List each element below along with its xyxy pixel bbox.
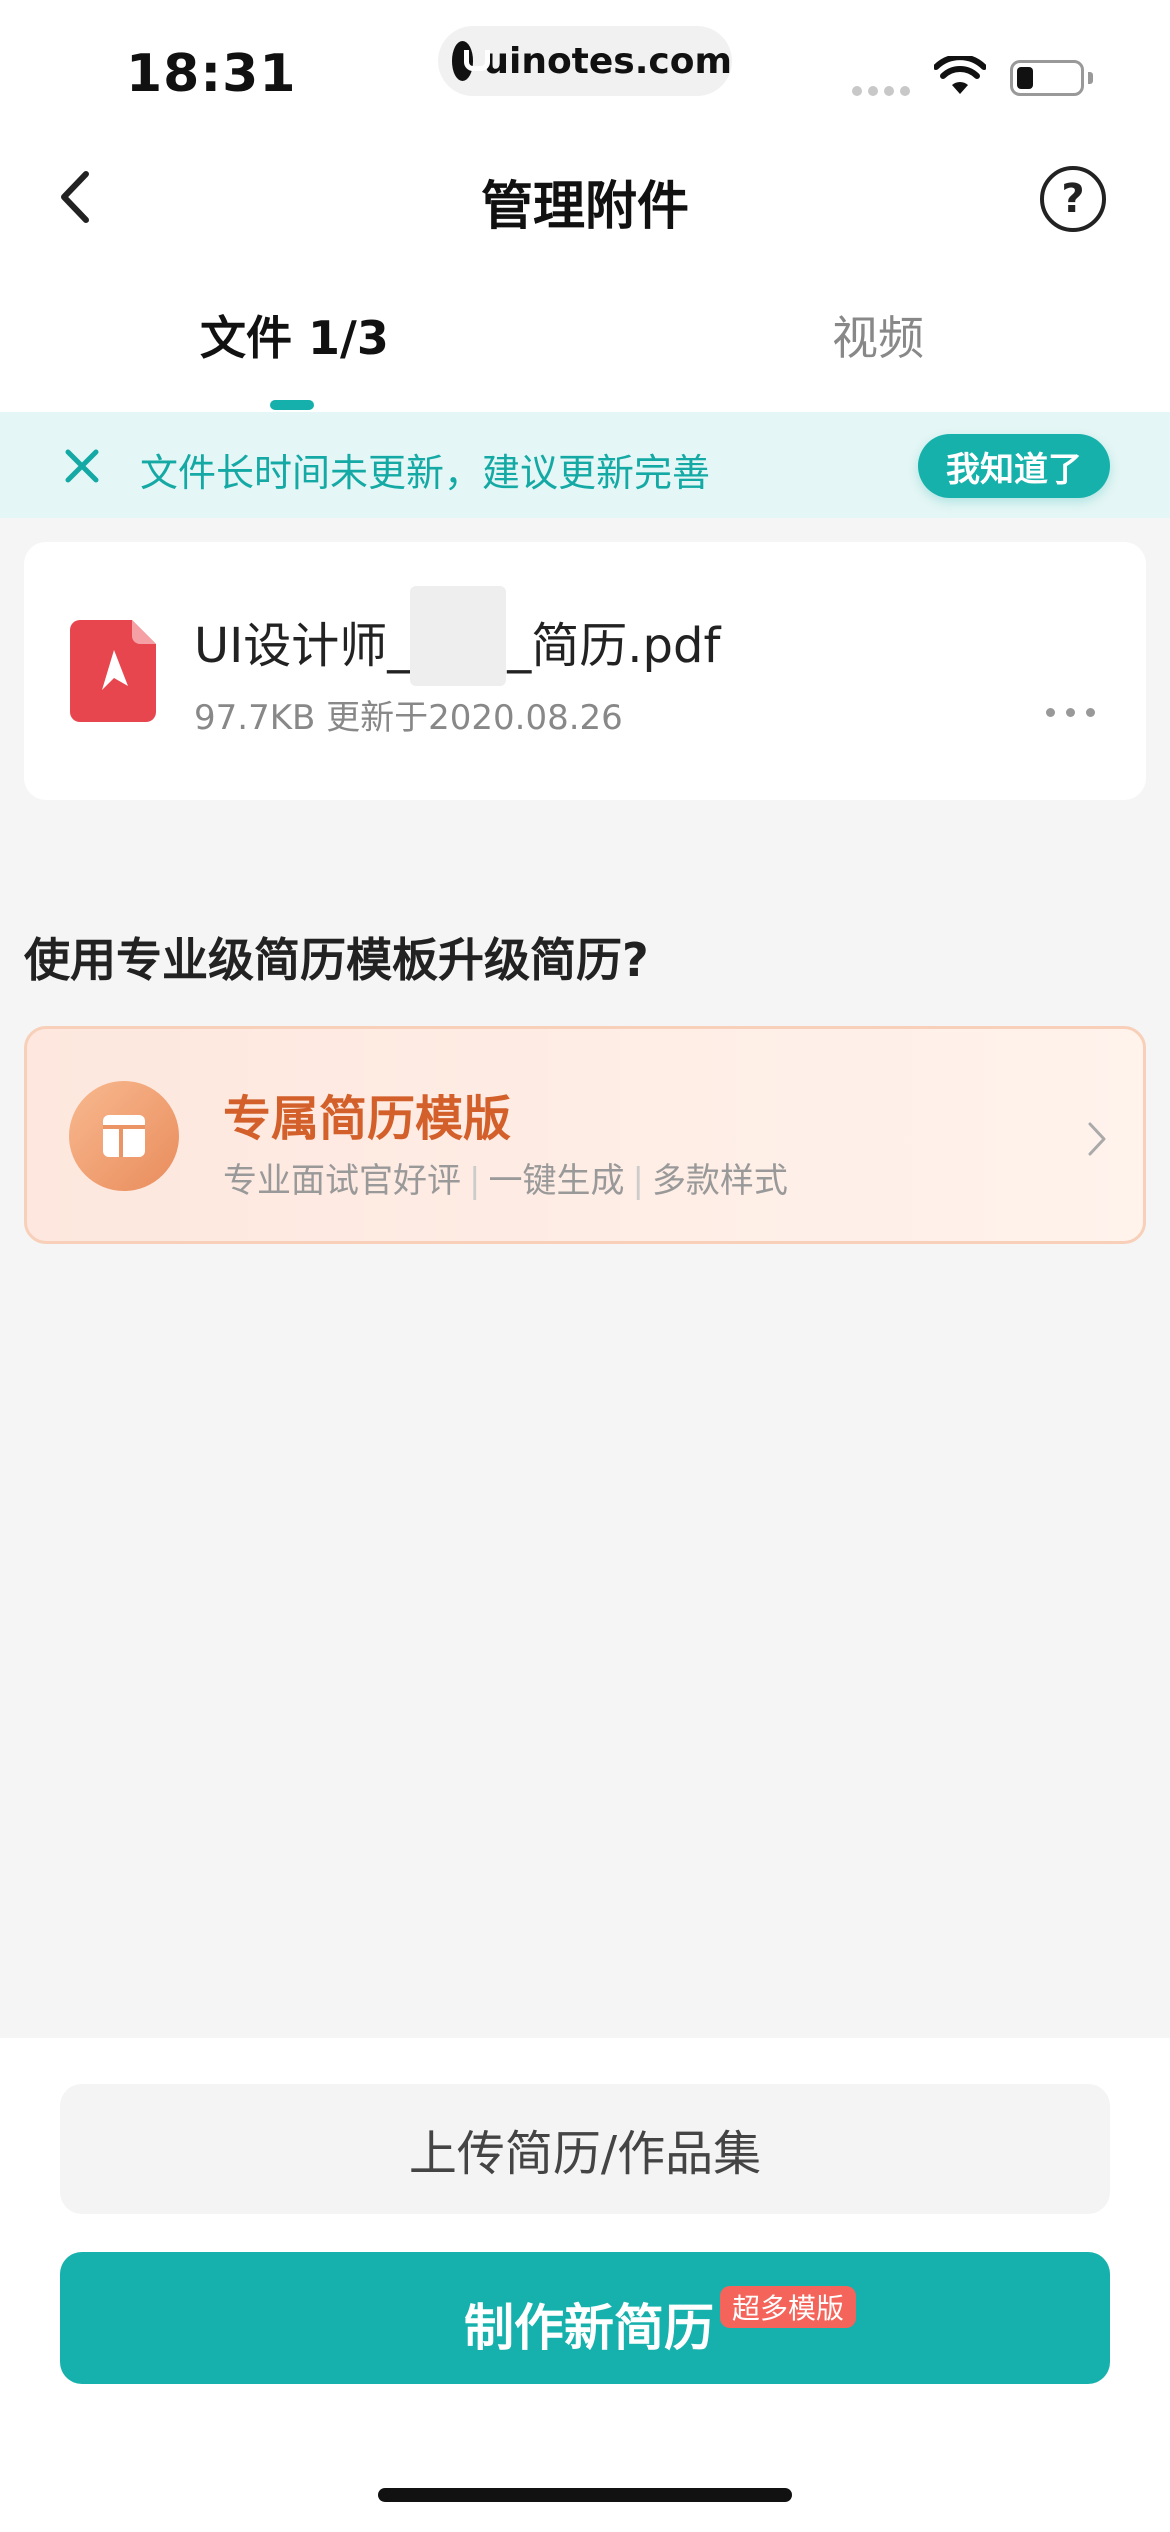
url-pill[interactable]: uinotes.com bbox=[438, 26, 732, 96]
template-card[interactable]: 专属简历模版 专业面试官好评 | 一键生成 | 多款样式 bbox=[24, 1026, 1146, 1244]
chevron-right-icon bbox=[1088, 1122, 1106, 1156]
feature-item: 多款样式 bbox=[651, 1161, 788, 1201]
template-features: 专业面试官好评 | 一键生成 | 多款样式 bbox=[223, 1153, 788, 1202]
create-resume-button[interactable]: 制作新简历 超多模版 bbox=[60, 2252, 1110, 2384]
notice-bar: 文件长时间未更新，建议更新完善 我知道了 bbox=[0, 412, 1170, 518]
pdf-file-icon bbox=[70, 620, 156, 722]
template-icon bbox=[69, 1081, 179, 1191]
template-title: 专属简历模版 bbox=[223, 1091, 512, 1147]
wifi-icon bbox=[934, 56, 986, 94]
battery-tip bbox=[1088, 72, 1093, 84]
home-indicator[interactable] bbox=[378, 2488, 792, 2502]
upgrade-question: 使用专业级简历模板升级简历? bbox=[24, 933, 649, 987]
notice-dismiss-button[interactable]: 我知道了 bbox=[918, 434, 1110, 498]
tab-files[interactable]: 文件 1/3 bbox=[200, 302, 389, 368]
feature-item: 一键生成 bbox=[488, 1161, 625, 1201]
help-symbol: ? bbox=[1061, 176, 1085, 222]
more-dots-icon[interactable] bbox=[1046, 708, 1095, 717]
bottom-action-area: 上传简历/作品集 制作新简历 超多模版 bbox=[0, 2038, 1170, 2532]
status-time: 18:31 bbox=[126, 44, 297, 104]
cellular-signal-icon bbox=[852, 86, 910, 96]
notice-text: 文件长时间未更新，建议更新完善 bbox=[140, 451, 711, 495]
feature-separator: | bbox=[469, 1161, 481, 1201]
file-card[interactable]: UI设计师_ _简历.pdf 97.7KB 更新于2020.08.26 bbox=[24, 542, 1146, 800]
file-meta: 97.7KB 更新于2020.08.26 bbox=[194, 698, 623, 738]
close-icon[interactable] bbox=[62, 446, 102, 486]
battery-icon bbox=[1010, 60, 1084, 96]
tab-video[interactable]: 视频 bbox=[832, 302, 924, 368]
create-resume-label: 制作新简历 bbox=[464, 2299, 714, 2357]
feature-separator: | bbox=[632, 1161, 644, 1201]
feature-item: 专业面试官好评 bbox=[223, 1161, 461, 1201]
template-badge: 超多模版 bbox=[720, 2286, 857, 2328]
battery-level bbox=[1017, 67, 1033, 89]
file-name-prefix: UI设计师_ bbox=[194, 618, 412, 674]
redaction-mask bbox=[410, 586, 506, 686]
file-name-suffix: _简历.pdf bbox=[507, 618, 721, 674]
active-tab-indicator bbox=[270, 400, 314, 410]
help-icon[interactable]: ? bbox=[1040, 166, 1106, 232]
upload-resume-button[interactable]: 上传简历/作品集 bbox=[60, 2084, 1110, 2214]
url-text: uinotes.com bbox=[483, 40, 732, 82]
site-logo-icon bbox=[452, 41, 491, 81]
page-title: 管理附件 bbox=[480, 177, 689, 237]
